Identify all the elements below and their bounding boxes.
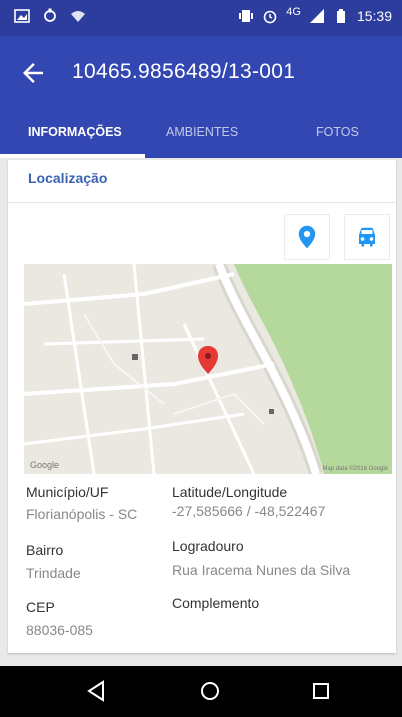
system-nav-bar bbox=[0, 666, 402, 717]
map-attribution: Map data ©2016 Google bbox=[322, 466, 388, 472]
card-divider bbox=[8, 202, 396, 203]
status-bar: 4G 15:39 bbox=[0, 0, 402, 36]
map-marker-icon bbox=[298, 225, 316, 249]
arrow-left-icon[interactable] bbox=[18, 58, 48, 88]
cep-value: 88036-085 bbox=[26, 622, 93, 638]
map-view[interactable]: Google Map data ©2016 Google bbox=[24, 264, 392, 474]
recents-square-icon[interactable] bbox=[306, 676, 336, 706]
image-notification-icon bbox=[14, 9, 30, 23]
latlng-label: Latitude/Longitude bbox=[172, 484, 288, 500]
map-marker-button[interactable] bbox=[284, 214, 330, 260]
cep-label: CEP bbox=[26, 599, 55, 615]
municipio-value: Florianópolis - SC bbox=[26, 506, 138, 522]
vibrate-icon bbox=[239, 10, 254, 22]
back-triangle-icon[interactable] bbox=[82, 676, 112, 706]
home-circle-icon[interactable] bbox=[195, 676, 225, 706]
tab-indicator bbox=[0, 154, 145, 158]
logradouro-label: Logradouro bbox=[172, 538, 244, 554]
directions-car-button[interactable] bbox=[344, 214, 390, 260]
tab-fotos[interactable]: FOTOS bbox=[316, 114, 359, 158]
clock: 15:39 bbox=[356, 8, 392, 24]
google-logo: Google bbox=[30, 460, 60, 470]
card-header: Localização bbox=[28, 170, 108, 186]
logradouro-value: Rua Iracema Nunes da Silva bbox=[172, 562, 351, 578]
municipio-label: Município/UF bbox=[26, 484, 109, 500]
car-icon bbox=[359, 227, 375, 247]
app-bar: 10465.9856489/13-001 bbox=[0, 36, 402, 114]
complemento-label: Complemento bbox=[172, 595, 260, 611]
bairro-label: Bairro bbox=[26, 542, 64, 558]
alarm-icon bbox=[263, 10, 277, 24]
tab-informacoes[interactable]: INFORMAÇÕES bbox=[28, 114, 122, 158]
sync-notification-icon bbox=[44, 8, 56, 22]
wifi-notification-icon bbox=[71, 11, 85, 22]
page-title: 10465.9856489/13-001 bbox=[72, 60, 296, 83]
signal-icon bbox=[309, 9, 324, 23]
battery-icon bbox=[336, 9, 345, 23]
network-type: 4G bbox=[286, 6, 301, 18]
location-card: Localização Google Map data ©2016 Google… bbox=[8, 160, 396, 653]
bairro-value: Trindade bbox=[26, 565, 81, 581]
tab-ambientes[interactable]: AMBIENTES bbox=[166, 114, 238, 158]
tab-bar: INFORMAÇÕES AMBIENTES FOTOS bbox=[0, 114, 402, 158]
latlng-value: -27,585666 / -48,522467 bbox=[172, 503, 326, 519]
